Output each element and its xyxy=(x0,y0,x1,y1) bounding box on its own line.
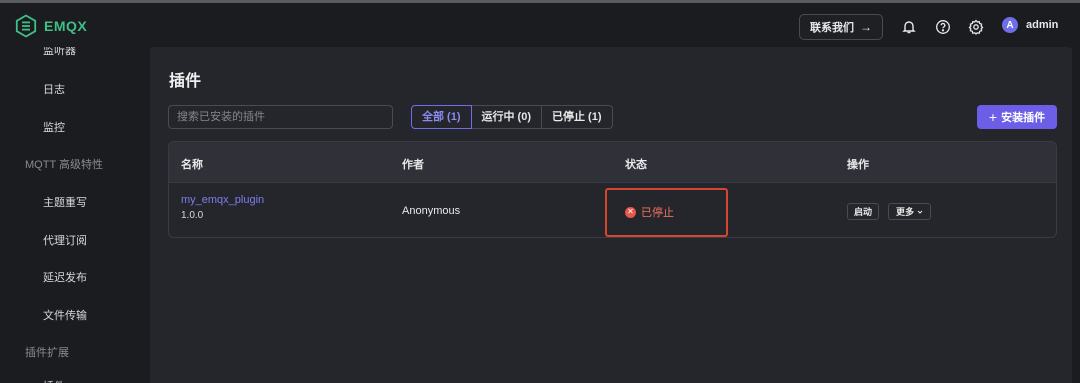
status-text: 已停止 xyxy=(641,207,674,219)
tab-stopped[interactable]: 已停止 (1) xyxy=(542,105,613,129)
more-dropdown[interactable]: 更多 xyxy=(888,203,931,220)
sidebar-group-plugin-extensions[interactable]: 插件扩展 xyxy=(25,344,69,360)
sidebar-item-delayed-publish[interactable]: 延迟发布 xyxy=(43,269,87,285)
column-header-name: 名称 xyxy=(181,159,203,171)
tab-running[interactable]: 运行中 (0) xyxy=(471,105,542,129)
sidebar: 监听器 日志 监控 MQTT 高级特性 主题重写 代理订阅 延迟发布 文件传输 … xyxy=(0,47,150,383)
help-icon[interactable] xyxy=(934,18,952,36)
plugin-version: 1.0.0 xyxy=(181,210,204,221)
plugin-author: Anonymous xyxy=(402,205,461,217)
arrow-right-icon: → xyxy=(860,20,872,34)
sidebar-item-topic-rewrite[interactable]: 主题重写 xyxy=(43,194,87,210)
contact-us-label: 联系我们 xyxy=(810,22,854,34)
sidebar-item-file-transfer[interactable]: 文件传输 xyxy=(43,307,87,323)
top-bar: EMQX 联系我们 → A admin xyxy=(0,3,1080,47)
column-header-status: 状态 xyxy=(625,159,647,171)
sidebar-item-listeners[interactable]: 监听器 xyxy=(43,47,76,58)
error-icon: ✕ xyxy=(625,206,636,218)
bell-icon[interactable] xyxy=(900,18,918,36)
avatar: A xyxy=(1002,17,1018,33)
column-header-actions: 操作 xyxy=(847,159,869,171)
sidebar-item-auto-subscribe[interactable]: 代理订阅 xyxy=(43,232,87,248)
emqx-logo-icon xyxy=(15,14,37,38)
status-filter-tabs: 全部 (1) 运行中 (0) 已停止 (1) xyxy=(411,105,613,129)
user-menu[interactable]: A admin xyxy=(1002,17,1058,33)
username: admin xyxy=(1026,19,1059,31)
install-plugin-label: 安装插件 xyxy=(1001,112,1046,124)
tab-all[interactable]: 全部 (1) xyxy=(411,105,472,129)
start-button[interactable]: 启动 xyxy=(847,203,879,220)
brand-name: EMQX xyxy=(44,18,88,34)
plugin-name-link[interactable]: my_emqx_plugin xyxy=(181,194,264,206)
main-content: 插件 全部 (1) 运行中 (0) 已停止 (1) + 安装插件 名称 作者 状… xyxy=(150,47,1072,383)
start-label: 启动 xyxy=(853,207,872,217)
column-header-author: 作者 xyxy=(402,159,424,171)
logo[interactable]: EMQX xyxy=(14,14,87,38)
table-row: my_emqx_plugin 1.0.0 Anonymous ✕ 已停止 启动 … xyxy=(169,183,1056,237)
search-input[interactable] xyxy=(168,105,393,129)
status-badge: ✕ 已停止 xyxy=(625,204,674,220)
sidebar-item-logs[interactable]: 日志 xyxy=(43,81,65,97)
table-header: 名称 作者 状态 操作 xyxy=(169,142,1056,183)
sidebar-item-monitoring[interactable]: 监控 xyxy=(43,119,65,135)
settings-icon[interactable] xyxy=(967,18,985,36)
contact-us-button[interactable]: 联系我们 → xyxy=(799,14,883,40)
more-label: 更多 xyxy=(895,207,914,217)
sidebar-item-plugins[interactable]: 插件 xyxy=(43,378,65,383)
sidebar-group-mqtt-advanced[interactable]: MQTT 高级特性 xyxy=(25,156,103,172)
plugins-table: 名称 作者 状态 操作 my_emqx_plugin 1.0.0 Anonymo… xyxy=(168,141,1057,238)
plus-icon: + xyxy=(988,109,998,125)
install-plugin-button[interactable]: + 安装插件 xyxy=(977,105,1057,129)
page-title: 插件 xyxy=(169,73,202,90)
chevron-down-icon xyxy=(917,210,923,214)
